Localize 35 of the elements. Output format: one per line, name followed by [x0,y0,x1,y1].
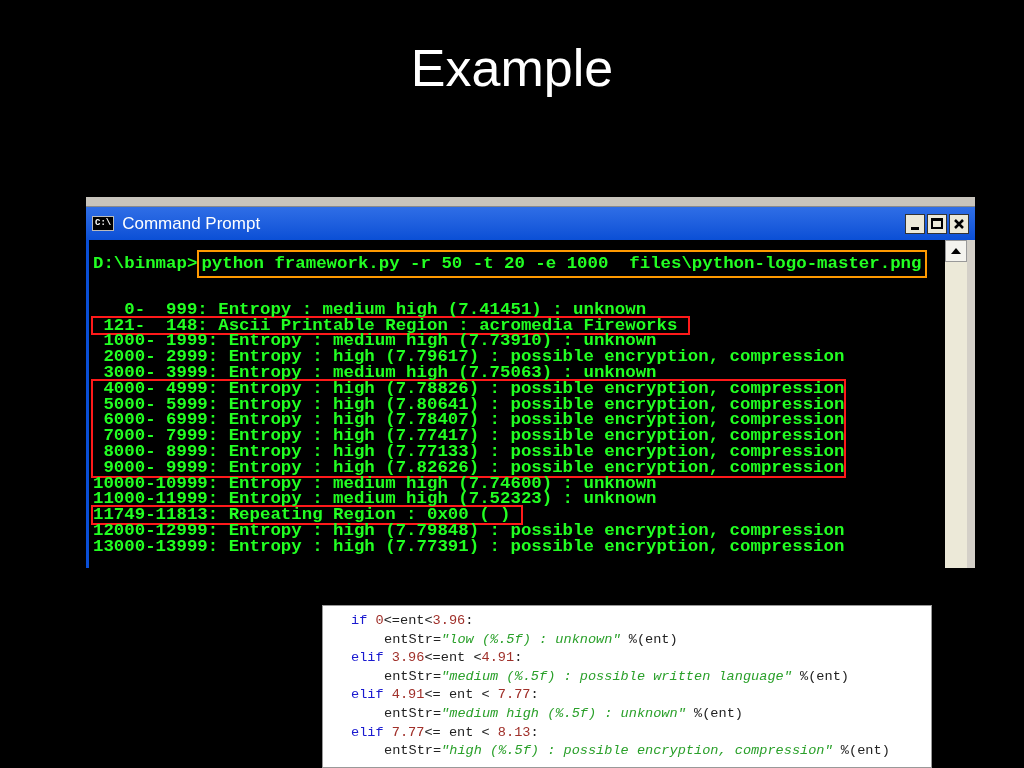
scroll-up-button[interactable] [945,240,967,262]
app-icon: C:\ [92,216,115,231]
close-icon [954,218,964,229]
window-title: Command Prompt [122,212,262,235]
code-line: elif 3.96<=ent <4.91: [351,649,523,668]
code-line: entStr="low (%.5f) : unknown" %(ent) [384,630,678,649]
console-line: 11000-11999: Entropy : medium high (7.52323) : unknown [93,491,658,508]
console-line: 6000- 6999: Entropy : high (7.78407) : possible encryption, compression [102,412,845,429]
console-line: 0- 999: Entropy : medium high (7.41451) : unknown [123,301,647,318]
console-line: 9000- 9999: Entropy : high (7.82626) : possible encryption, compression [102,459,845,476]
command-text[interactable]: python framework.py -r 50 -t 20 -e 1000 files\python-logo-master.png [197,250,928,278]
code-line: if 0<=ent<3.96: [351,612,474,630]
console-line: 11749-11813: Repeating Region : 0x00 ( ) [93,507,511,523]
code-line: entStr="high (%.5f) : possible encryption, compression" %(ent) [384,742,890,761]
console-line: 10000-10999: Entropy : medium high (7.74600) : unknown [93,475,657,492]
maximize-button[interactable] [927,213,947,234]
up-arrow-icon [951,248,961,254]
minimize-button[interactable] [905,213,925,234]
code-line: elif 7.77<= ent < 8.13: [351,723,539,742]
console-line: 3000- 3999: Entropy : medium high (7.75063) : unknown [102,365,657,381]
code-line: elif 4.91<= ent < 7.77: [351,686,539,705]
code-line: entStr="medium (%.5f) : possible written language" %(ent) [384,667,849,686]
close-button[interactable] [949,213,969,234]
console-line: 121- 148: Ascii Printable Region : acromedia Fireworks [102,317,679,334]
console-line: 4000- 4999: Entropy : high (7.78826) : possible encryption, compression [102,380,845,397]
console-line: 7000- 7999: Entropy : high (7.77417) : possible encryption, compression [102,428,845,444]
console-line: 8000- 8999: Entropy : high (7.77133) : possible encryption, compression [102,443,845,460]
code-line: entStr="medium high (%.5f) : unknown" %(ent) [384,704,743,723]
console-prompt: D:\binmap> [93,253,198,275]
console-line: 5000- 5999: Entropy : high (7.80641) : possible encryption, compression [102,396,845,413]
console-line: 12000-12999: Entropy : high (7.79848) : possible encryption, compression [93,522,846,539]
console-line: 13000-13999: Entropy : high (7.77391) : possible encryption, compression [93,538,846,555]
scrollbar[interactable] [945,240,967,568]
console-line: 1000- 1999: Entropy : medium high (7.73910) : unknown [102,333,657,350]
console-line: 2000- 2999: Entropy : high (7.79617) : possible encryption, compression [102,349,846,365]
